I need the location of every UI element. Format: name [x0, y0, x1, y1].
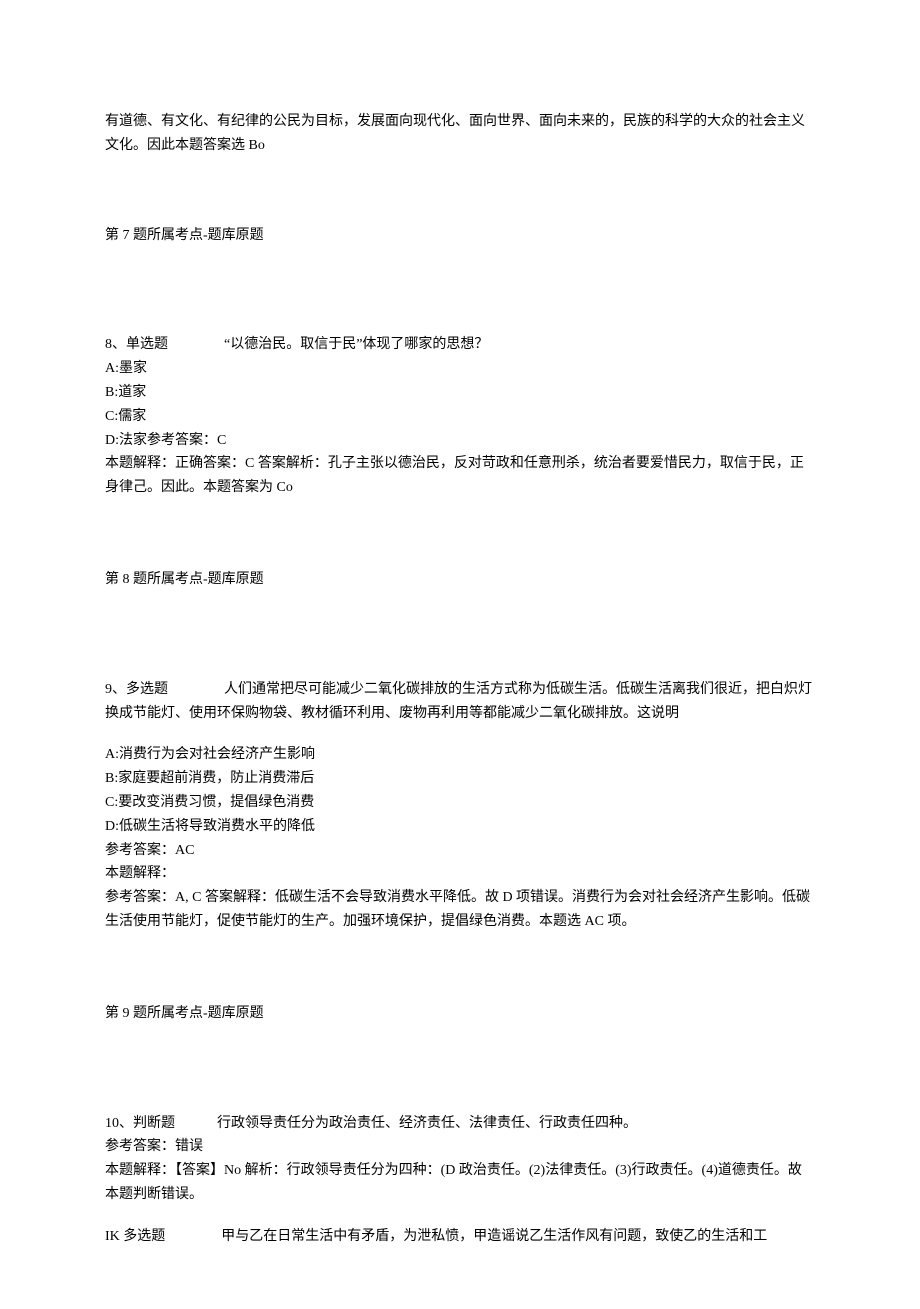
q8-heading: 8、单选题 “以德治民。取信于民”体现了哪家的思想？: [105, 333, 815, 357]
question-11-fragment: IK 多选题 甲与乙在日常生活中有矛盾，为泄私愤，甲造谣说乙生活作风有问题，致使…: [105, 1225, 815, 1249]
text: 有道德、有文化、有纪律的公民为目标，发展面向现代化、面向世界、面向未来的，民族的…: [105, 114, 805, 153]
q11-heading: IK 多选题 甲与乙在日常生活中有矛盾，为泄私愤，甲造谣说乙生活作风有问题，致使…: [105, 1225, 815, 1249]
q8-option-b: B:道家: [105, 381, 815, 405]
q8-topic-tag: 第 8 题所属考点-题库原题: [105, 568, 815, 592]
q10-explanation: 本题解释：【答案】No 解析：行政领导责任分为四种：(D 政治责任。(2)法律责…: [105, 1159, 815, 1207]
q9-option-d: D:低碳生活将导致消费水平的降低: [105, 815, 815, 839]
q8-option-d-answer: D:法家参考答案：C: [105, 429, 815, 453]
document-page: 有道德、有文化、有纪律的公民为目标，发展面向现代化、面向世界、面向未来的，民族的…: [0, 0, 920, 1309]
q9-option-b: B:家庭要超前消费，防止消费滞后: [105, 767, 815, 791]
q9-answer: 参考答案：AC: [105, 839, 815, 863]
question-9: 9、多选题 人们通常把尽可能减少二氧化碳排放的生活方式称为低碳生活。低碳生活离我…: [105, 678, 815, 934]
text: 第 7 题所属考点-题库原题: [105, 228, 264, 243]
q8-option-a: A:墨家: [105, 357, 815, 381]
text: 第 9 题所属考点-题库原题: [105, 1006, 264, 1021]
fragment-previous-explanation: 有道德、有文化、有纪律的公民为目标，发展面向现代化、面向世界、面向未来的，民族的…: [105, 110, 815, 158]
q8-option-c: C:儒家: [105, 405, 815, 429]
q9-heading: 9、多选题 人们通常把尽可能减少二氧化碳排放的生活方式称为低碳生活。低碳生活离我…: [105, 678, 815, 726]
text: 第 8 题所属考点-题库原题: [105, 572, 264, 587]
question-8: 8、单选题 “以德治民。取信于民”体现了哪家的思想？ A:墨家 B:道家 C:儒…: [105, 333, 815, 500]
question-10: 10、判断题 行政领导责任分为政治责任、经济责任、法律责任、行政责任四种。 参考…: [105, 1112, 815, 1207]
q9-option-a: A:消费行为会对社会经济产生影响: [105, 743, 815, 767]
q9-topic-tag: 第 9 题所属考点-题库原题: [105, 1002, 815, 1026]
q9-explanation-label: 本题解释：: [105, 862, 815, 886]
q7-topic-tag: 第 7 题所属考点-题库原题: [105, 224, 815, 248]
q10-heading: 10、判断题 行政领导责任分为政治责任、经济责任、法律责任、行政责任四种。: [105, 1112, 815, 1136]
q8-explanation: 本题解释：正确答案：C 答案解析：孔子主张以德治民，反对苛政和任意刑杀，统治者要…: [105, 452, 815, 500]
q9-option-c: C:要改变消费习惯，提倡绿色消费: [105, 791, 815, 815]
q10-answer: 参考答案：错误: [105, 1135, 815, 1159]
q9-explanation: 参考答案：A, C 答案解释：低碳生活不会导致消费水平降低。故 D 项错误。消费…: [105, 886, 815, 934]
